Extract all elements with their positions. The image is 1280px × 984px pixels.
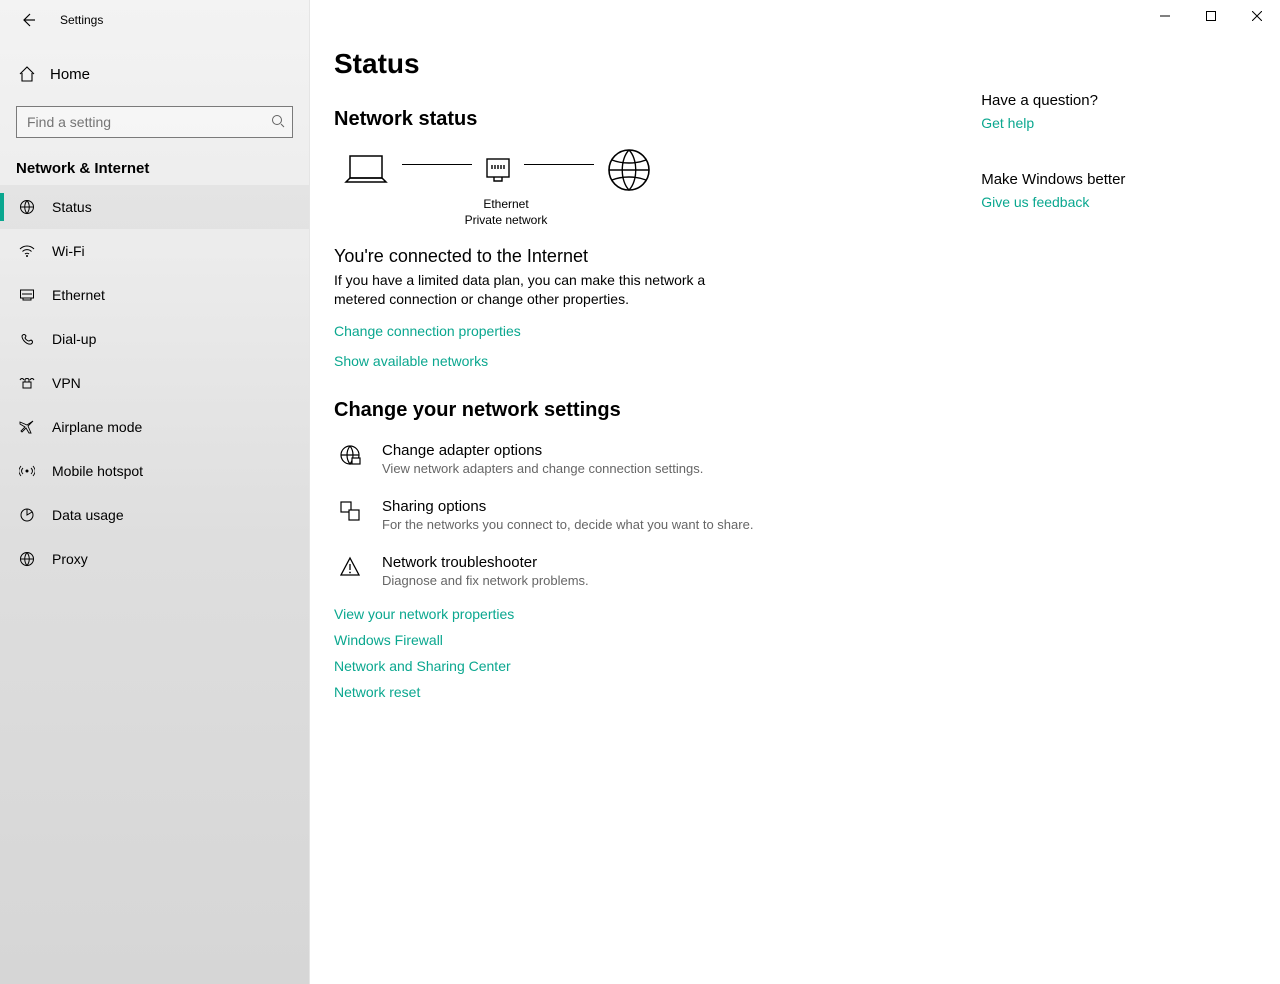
airplane-icon: [18, 418, 36, 436]
ethernet-icon: [18, 286, 36, 304]
diagram-line: [402, 164, 472, 165]
option-desc: For the networks you connect to, decide …: [382, 517, 753, 532]
link-give-feedback[interactable]: Give us feedback: [981, 194, 1240, 210]
link-network-reset[interactable]: Network reset: [334, 684, 941, 700]
option-title: Sharing options: [382, 498, 753, 515]
sidebar-item-proxy[interactable]: Proxy: [0, 537, 309, 581]
sidebar-item-label: Data usage: [52, 507, 124, 523]
connected-title: You're connected to the Internet: [334, 246, 941, 267]
sidebar-section-title: Network & Internet: [0, 138, 309, 185]
option-sharing[interactable]: Sharing options For the networks you con…: [334, 498, 941, 532]
sidebar-item-label: Dial-up: [52, 331, 96, 347]
sidebar-item-wifi[interactable]: Wi-Fi: [0, 229, 309, 273]
link-network-sharing-center[interactable]: Network and Sharing Center: [334, 658, 941, 674]
globe-icon: [606, 147, 652, 193]
minimize-button[interactable]: [1142, 0, 1188, 32]
sidebar-item-label: Status: [52, 199, 92, 215]
sidebar-item-label: VPN: [52, 375, 81, 391]
option-adapter[interactable]: Change adapter options View network adap…: [334, 442, 941, 476]
sidebar-nav: Status Wi-Fi Ethernet Dial-up VPN Airpla…: [0, 185, 309, 581]
feedback-heading: Make Windows better: [981, 171, 1240, 188]
help-heading: Have a question?: [981, 92, 1240, 109]
minimize-icon: [1160, 11, 1170, 21]
hotspot-icon: [18, 462, 36, 480]
sidebar-item-vpn[interactable]: VPN: [0, 361, 309, 405]
option-title: Change adapter options: [382, 442, 703, 459]
wifi-icon: [18, 242, 36, 260]
sidebar-item-ethernet[interactable]: Ethernet: [0, 273, 309, 317]
connected-desc: If you have a limited data plan, you can…: [334, 271, 734, 309]
status-icon: [18, 198, 36, 216]
home-icon: [18, 65, 36, 83]
link-get-help[interactable]: Get help: [981, 115, 1240, 131]
sidebar-item-status[interactable]: Status: [0, 185, 309, 229]
close-button[interactable]: [1234, 0, 1280, 32]
proxy-icon: [18, 550, 36, 568]
back-button[interactable]: [12, 4, 44, 36]
search-icon: [271, 114, 285, 128]
sidebar-item-airplane[interactable]: Airplane mode: [0, 405, 309, 449]
sidebar-item-label: Airplane mode: [52, 419, 142, 435]
maximize-icon: [1206, 11, 1216, 21]
diagram-line: [524, 164, 594, 165]
warning-icon: [334, 554, 366, 588]
sidebar-item-dialup[interactable]: Dial-up: [0, 317, 309, 361]
network-status-heading: Network status: [334, 108, 941, 131]
diagram-label-2: Private network: [456, 213, 556, 229]
back-arrow-icon: [20, 12, 36, 28]
close-icon: [1252, 11, 1262, 21]
sharing-icon: [334, 498, 366, 532]
network-diagram: [342, 147, 941, 193]
sidebar-item-label: Ethernet: [52, 287, 105, 303]
ethernet-port-icon: [484, 156, 512, 184]
sidebar-item-hotspot[interactable]: Mobile hotspot: [0, 449, 309, 493]
sidebar-item-label: Proxy: [52, 551, 88, 567]
link-show-available-networks[interactable]: Show available networks: [334, 353, 941, 369]
search-input[interactable]: [16, 106, 293, 138]
link-windows-firewall[interactable]: Windows Firewall: [334, 632, 941, 648]
vpn-icon: [18, 374, 36, 392]
app-title: Settings: [60, 13, 103, 27]
sidebar-item-label: Mobile hotspot: [52, 463, 143, 479]
change-settings-heading: Change your network settings: [334, 399, 941, 422]
link-view-properties[interactable]: View your network properties: [334, 606, 941, 622]
link-change-connection-properties[interactable]: Change connection properties: [334, 323, 941, 339]
sidebar-home-label: Home: [50, 66, 90, 83]
adapter-icon: [334, 442, 366, 476]
datausage-icon: [18, 506, 36, 524]
page-title: Status: [334, 48, 941, 80]
titlebar: Settings: [0, 0, 309, 40]
dialup-icon: [18, 330, 36, 348]
option-title: Network troubleshooter: [382, 554, 589, 571]
main: Status Network status: [310, 0, 1280, 984]
sidebar-home[interactable]: Home: [0, 52, 309, 96]
option-troubleshooter[interactable]: Network troubleshooter Diagnose and fix …: [334, 554, 941, 588]
sidebar-item-datausage[interactable]: Data usage: [0, 493, 309, 537]
diagram-label-1: Ethernet: [456, 197, 556, 213]
laptop-icon: [342, 152, 390, 188]
maximize-button[interactable]: [1188, 0, 1234, 32]
option-desc: View network adapters and change connect…: [382, 461, 703, 476]
option-desc: Diagnose and fix network problems.: [382, 573, 589, 588]
search-container: [0, 106, 309, 138]
window-controls: [1142, 0, 1280, 32]
sidebar: Settings Home Network & Internet Status …: [0, 0, 310, 984]
sidebar-item-label: Wi-Fi: [52, 243, 85, 259]
